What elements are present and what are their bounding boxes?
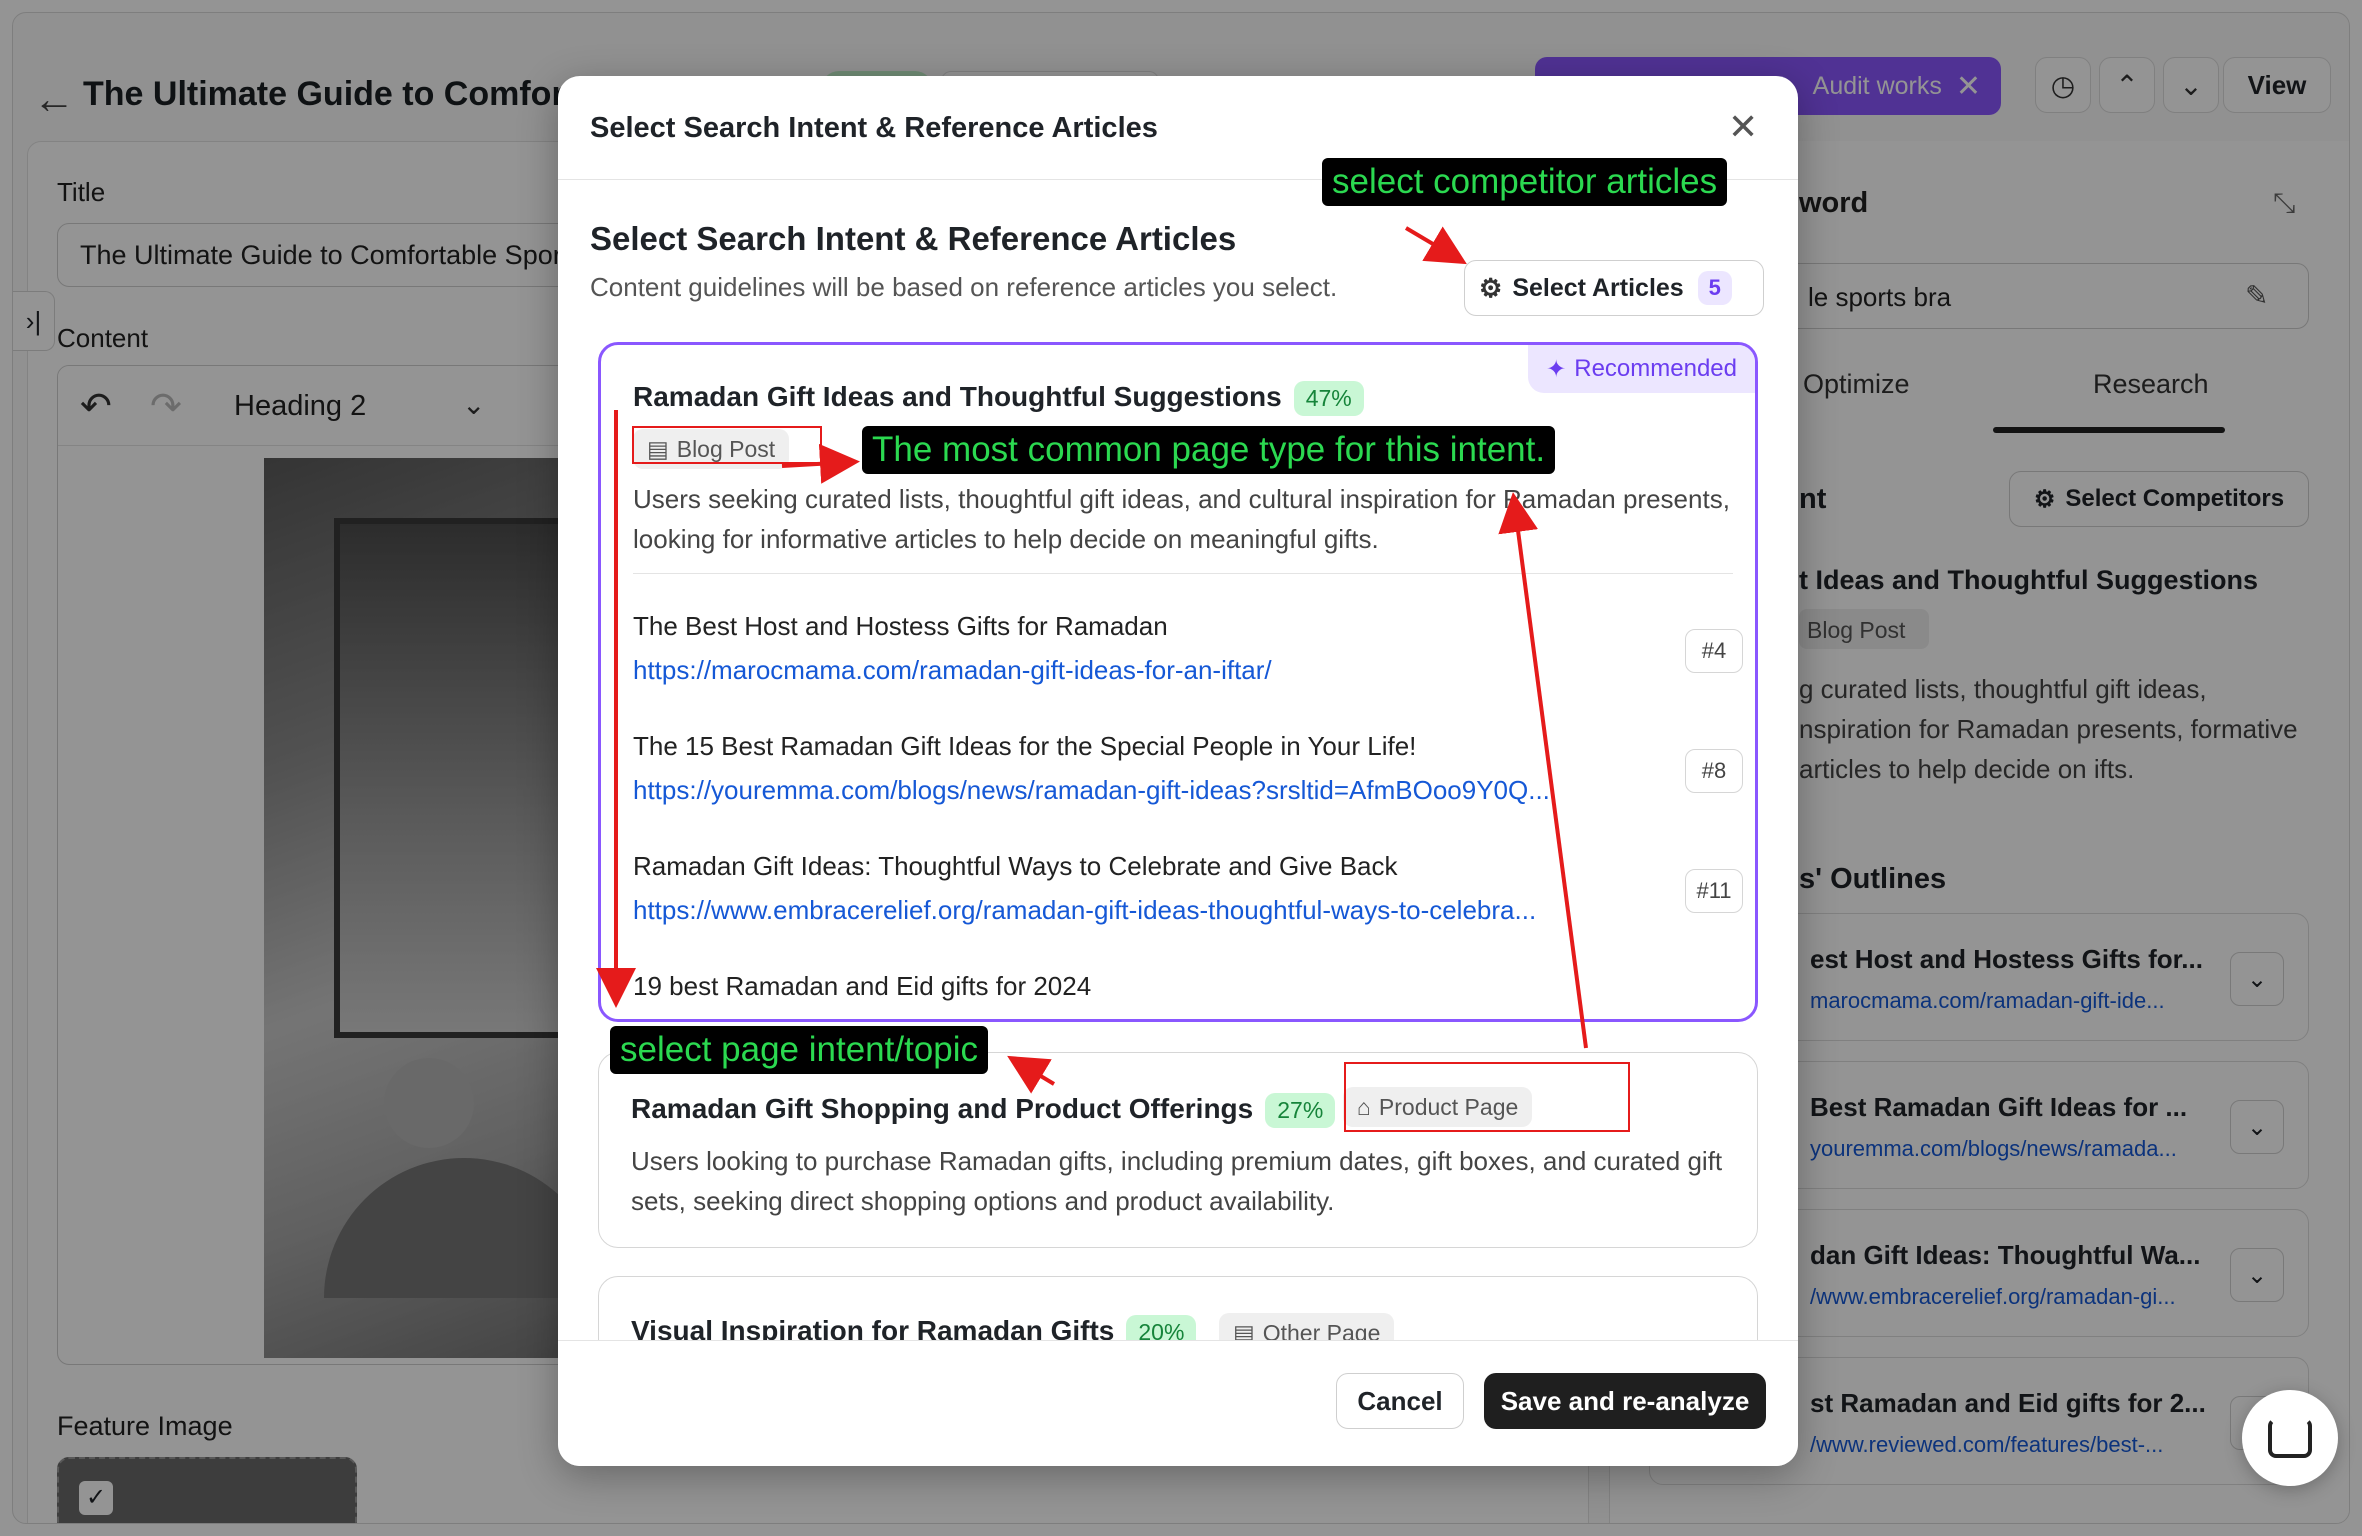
article-row[interactable]: The Best Host and Hostess Gifts for Rama… <box>633 611 1743 691</box>
annotation-box-product-page <box>1344 1062 1630 1132</box>
sliders-icon: ⚙ <box>1479 272 1503 303</box>
recommended-badge: ✦ Recommended <box>1528 345 1755 393</box>
rank-badge: #11 <box>1685 869 1743 913</box>
intent-modal: Select Search Intent & Reference Article… <box>558 76 1798 1466</box>
article-row[interactable]: Ramadan Gift Ideas: Thoughtful Ways to C… <box>633 851 1743 931</box>
chat-icon[interactable] <box>2242 1390 2338 1486</box>
cancel-button[interactable]: Cancel <box>1336 1373 1464 1429</box>
article-row[interactable]: The 15 Best Ramadan Gift Ideas for the S… <box>633 731 1743 811</box>
intent-title: Ramadan Gift Ideas and Thoughtful Sugges… <box>633 381 1364 417</box>
article-title: The 15 Best Ramadan Gift Ideas for the S… <box>633 731 1417 761</box>
article-url[interactable]: https://marocmama.com/ramadan-gift-ideas… <box>633 655 1643 686</box>
article-title: 19 best Ramadan and Eid gifts for 2024 <box>633 971 1092 1001</box>
modal-header-title: Select Search Intent & Reference Article… <box>590 112 1158 144</box>
intent-percent: 47% <box>1293 381 1364 417</box>
annotation-most-common-page-type: The most common page type for this inten… <box>862 426 1556 474</box>
divider <box>633 573 1733 574</box>
modal-heading: Select Search Intent & Reference Article… <box>590 220 1237 257</box>
intent-description: Users seeking curated lists, thoughtful … <box>633 484 1730 554</box>
selected-count-badge: 5 <box>1697 271 1732 305</box>
article-title: Ramadan Gift Ideas: Thoughtful Ways to C… <box>633 851 1398 881</box>
modal-footer: Cancel Save and re-analyze <box>558 1340 1798 1466</box>
article-url[interactable]: https://www.embracerelief.org/ramadan-gi… <box>633 895 1643 926</box>
intent-title-text: Ramadan Gift Ideas and Thoughtful Sugges… <box>633 381 1282 412</box>
intent-title-text: Ramadan Gift Shopping and Product Offeri… <box>631 1093 1254 1124</box>
article-url[interactable]: https://youremma.com/blogs/news/ramadan-… <box>633 775 1643 806</box>
annotation-select-competitor-articles: select competitor articles <box>1322 158 1728 206</box>
recommended-label: Recommended <box>1574 355 1737 382</box>
intent-title: Ramadan Gift Shopping and Product Offeri… <box>631 1093 1336 1129</box>
select-articles-button[interactable]: ⚙ Select Articles 5 <box>1464 260 1764 316</box>
select-articles-label: Select Articles <box>1512 273 1684 302</box>
article-title: The Best Host and Hostess Gifts for Rama… <box>633 611 1168 641</box>
annotation-box-blog-post <box>632 426 822 464</box>
intent-description: Users looking to purchase Ramadan gifts,… <box>631 1146 1723 1216</box>
close-icon[interactable]: ✕ <box>1728 106 1758 148</box>
intent-percent: 27% <box>1265 1093 1336 1129</box>
sparkle-icon: ✦ <box>1546 355 1567 383</box>
modal-subtitle: Content guidelines will be based on refe… <box>590 272 1338 302</box>
article-row[interactable]: 19 best Ramadan and Eid gifts for 2024 <box>633 971 1733 1019</box>
rank-badge: #8 <box>1685 749 1743 793</box>
save-reanalyze-button[interactable]: Save and re-analyze <box>1484 1373 1766 1429</box>
annotation-select-page-intent: select page intent/topic <box>610 1026 989 1074</box>
rank-badge: #4 <box>1685 629 1743 673</box>
